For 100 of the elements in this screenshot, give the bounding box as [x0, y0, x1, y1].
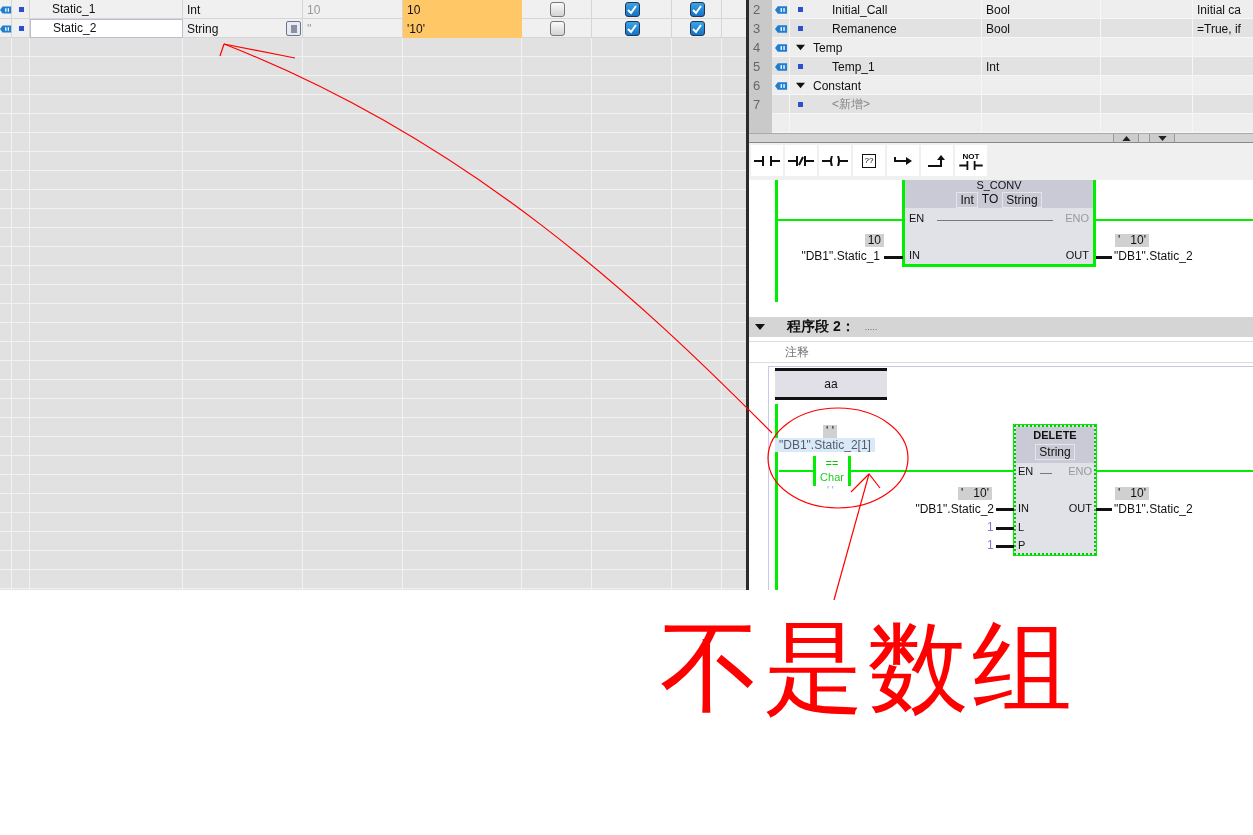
- compare-value: ' ': [827, 485, 834, 496]
- open-contact-button[interactable]: [751, 145, 783, 176]
- marker-icon: [18, 7, 24, 12]
- function-box[interactable]: S_CONV Int TO String EN ENO IN OUT: [902, 180, 1096, 267]
- list-icon: [288, 23, 299, 34]
- jump-button[interactable]: [887, 145, 919, 176]
- down-triangle-icon: [1157, 135, 1167, 141]
- handwritten-note: 不是数组: [660, 609, 1076, 726]
- member-name: Initial_Call: [832, 2, 888, 17]
- monitor-value-cell: 10: [403, 0, 522, 19]
- live-value: ' 10': [1115, 487, 1149, 500]
- target-type[interactable]: String: [1002, 192, 1042, 208]
- expand-triangle-icon[interactable]: [796, 43, 805, 52]
- marker-icon: [18, 26, 24, 31]
- interface-icon: [774, 23, 788, 34]
- list-picker-button[interactable]: [286, 21, 301, 36]
- pin-wire: [884, 256, 903, 259]
- row-number: 2: [749, 0, 772, 19]
- function-box[interactable]: DELETE String EN ENO IN OUT L P: [1014, 425, 1096, 555]
- expand-triangle-icon[interactable]: [796, 81, 805, 90]
- type-selector[interactable]: String: [1035, 444, 1075, 460]
- name-cell[interactable]: Static_2: [30, 19, 183, 38]
- monitor-value-cell: '10': [403, 19, 522, 38]
- section-name: Constant: [813, 78, 862, 93]
- table-row[interactable]: 4 Temp: [749, 38, 1253, 57]
- live-value: 10: [864, 234, 884, 247]
- row-number: 3: [749, 19, 772, 38]
- table-row[interactable]: Static_1 Int 10 10: [0, 0, 746, 19]
- pin-wire: [996, 545, 1014, 548]
- live-value: ' 10': [1115, 234, 1149, 247]
- interface-icon: [774, 42, 788, 53]
- data-type-cell: Int: [986, 59, 1000, 74]
- row-number: 5: [749, 57, 772, 76]
- data-type-cell: Int: [187, 2, 201, 17]
- up-triangle-icon: [1121, 135, 1131, 141]
- pin-wire: [1096, 508, 1112, 511]
- coil-button[interactable]: [819, 145, 851, 176]
- jump-label[interactable]: aa: [775, 368, 887, 400]
- comment-field[interactable]: 注释: [749, 341, 1253, 363]
- checkbox[interactable]: [689, 21, 705, 36]
- marker-icon: [797, 102, 803, 107]
- member-name: Temp_1: [832, 59, 875, 74]
- position-value[interactable]: 1: [987, 538, 994, 552]
- name-cell[interactable]: Static_1: [30, 1, 183, 18]
- length-value[interactable]: 1: [987, 520, 994, 534]
- table-row[interactable]: 5 Temp_1 Int: [749, 57, 1253, 76]
- pin-label: P: [1018, 539, 1026, 551]
- open-contact-icon: [754, 155, 780, 166]
- member-name: Remanence: [832, 21, 897, 36]
- data-type-cell: Bool: [986, 2, 1011, 17]
- row-header-cell: [749, 114, 772, 133]
- collapse-triangle-icon[interactable]: [755, 322, 765, 332]
- network-title: .....: [864, 322, 878, 332]
- checkbox[interactable]: [624, 21, 640, 36]
- marker-icon: [797, 7, 803, 12]
- marker-icon: [797, 64, 803, 69]
- pin-label: ENO: [1068, 465, 1092, 477]
- network-header[interactable]: 程序段 2： .....: [749, 317, 1253, 337]
- jump-arrow-icon: [894, 155, 912, 166]
- operand-label[interactable]: "DB1".Static_2: [1114, 502, 1193, 516]
- section-name: Temp: [813, 40, 843, 55]
- box-title: S_CONV: [976, 180, 1022, 190]
- pin-label: IN: [909, 249, 920, 261]
- network-number: 程序段 2：: [787, 318, 855, 336]
- pin-wire: [996, 527, 1014, 530]
- not-button[interactable]: NOT: [955, 145, 987, 176]
- pin-label: ENO: [1065, 212, 1089, 224]
- marker-icon: [797, 26, 803, 31]
- coil-icon: [822, 155, 848, 166]
- pin-label: L: [1018, 521, 1025, 533]
- operand-label[interactable]: "DB1".Static_2: [915, 502, 994, 516]
- scroll-up-button[interactable]: [1113, 134, 1139, 142]
- data-type-cell: String: [187, 21, 219, 36]
- pin-wire: [996, 508, 1014, 511]
- table-row[interactable]: 6 Constant: [749, 76, 1253, 95]
- source-type[interactable]: Int: [956, 192, 978, 208]
- box-title: DELETE: [1033, 429, 1077, 442]
- interface-icon: [0, 4, 12, 15]
- checkbox[interactable]: [624, 2, 640, 17]
- compare-type: Char: [820, 470, 844, 484]
- operand-label[interactable]: "DB1".Static_2: [1114, 249, 1193, 263]
- row-number: 7: [749, 95, 772, 114]
- closed-contact-button[interactable]: [785, 145, 817, 176]
- operand-label[interactable]: "DB1".Static_1: [801, 249, 880, 263]
- empty-box-button[interactable]: ??: [853, 145, 885, 176]
- table-row[interactable]: Static_2 String '' '10': [0, 19, 746, 38]
- pin-label: OUT: [1068, 502, 1092, 514]
- table-row[interactable]: 2 Initial_Call Bool Initial ca: [749, 0, 1253, 19]
- branch-button[interactable]: [921, 145, 953, 176]
- table-row[interactable]: 3 Remanence Bool =True, if: [749, 19, 1253, 38]
- pin-label: IN: [1018, 502, 1029, 514]
- interface-icon: [774, 61, 788, 72]
- pin-label: EN: [1018, 465, 1034, 477]
- operand-label[interactable]: "DB1".Static_2[1]: [775, 438, 875, 452]
- checkbox[interactable]: [689, 2, 705, 17]
- checkbox[interactable]: [549, 2, 565, 17]
- scroll-down-button[interactable]: [1149, 134, 1175, 142]
- branch-icon: [928, 154, 946, 167]
- comment-cell: Initial ca: [1197, 2, 1242, 17]
- checkbox[interactable]: [549, 21, 565, 36]
